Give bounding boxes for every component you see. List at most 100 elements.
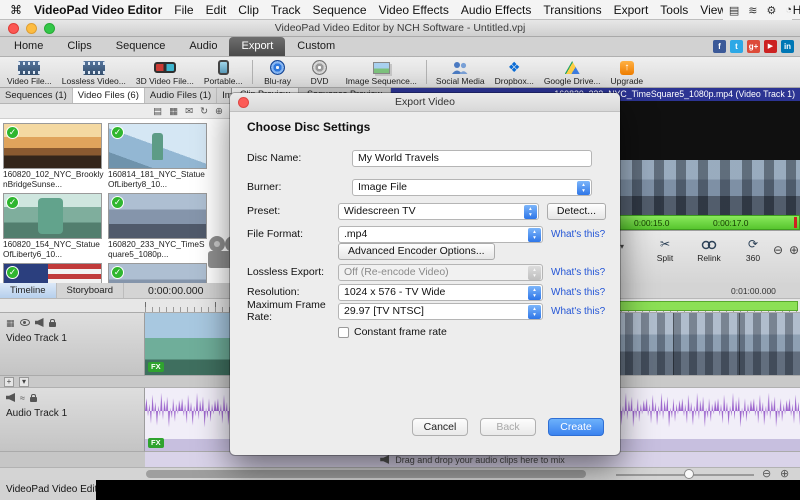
export-bluray-button[interactable]: Blu-ray xyxy=(257,58,299,86)
clip-thumbnail[interactable]: ✓ xyxy=(3,263,102,283)
export-dropbox-button[interactable]: ❖ Dropbox... xyxy=(490,58,539,86)
status-icon[interactable]: ⚙ xyxy=(766,4,776,17)
apple-menu-icon[interactable]: ⌘ xyxy=(10,3,22,17)
file-format-select[interactable]: .mp4 xyxy=(338,226,543,243)
lock-icon[interactable] xyxy=(30,397,37,402)
menu-file[interactable]: File xyxy=(174,3,193,17)
split-button[interactable]: ✂ Split xyxy=(644,237,686,263)
create-button[interactable]: Create xyxy=(548,418,604,436)
menu-transitions[interactable]: Transitions xyxy=(543,3,601,17)
zoom-slider-knob[interactable] xyxy=(684,469,694,479)
fx-badge[interactable]: FX xyxy=(148,438,164,448)
constant-frame-rate-checkbox[interactable]: Constant frame rate xyxy=(338,326,447,338)
audio-track-header[interactable]: ≈ Audio Track 1 xyxy=(0,388,145,452)
tab-export[interactable]: Export xyxy=(229,37,285,56)
relink-button[interactable]: Relink xyxy=(688,237,730,263)
tab-timeline[interactable]: Timeline xyxy=(0,283,57,298)
detect-button[interactable]: Detect... xyxy=(547,203,606,220)
clip-thumbnail[interactable]: ✓ xyxy=(108,263,207,283)
menu-export[interactable]: Export xyxy=(614,3,649,17)
menu-edit[interactable]: Edit xyxy=(206,3,227,17)
clip-thumbnail[interactable]: ✓ xyxy=(108,193,207,239)
menu-clip[interactable]: Clip xyxy=(238,3,259,17)
zoom-in-icon[interactable]: ⊕ xyxy=(789,243,799,257)
list-item[interactable]: ✓ 160814_181_NYC_StatueOfLiberty8_10... xyxy=(108,123,209,193)
tab-storyboard[interactable]: Storyboard xyxy=(57,283,124,298)
tab-home[interactable]: Home xyxy=(2,37,55,56)
burner-select[interactable]: Image File xyxy=(352,179,592,196)
list-item[interactable]: ✓ 160820_233_NYC_TimeSquare5_1080p... xyxy=(108,193,209,263)
export-google-drive-button[interactable]: Google Drive... xyxy=(539,58,606,86)
menu-app-name[interactable]: VideoPad Video Editor xyxy=(34,3,162,17)
export-3d-video-button[interactable]: 3D Video File... xyxy=(131,58,199,86)
speaker-icon[interactable] xyxy=(6,393,15,402)
file-format-help-link[interactable]: What's this? xyxy=(551,229,605,240)
advanced-encoder-options-button[interactable]: Advanced Encoder Options... xyxy=(338,243,495,260)
menu-audio-effects[interactable]: Audio Effects xyxy=(461,3,532,17)
speaker-icon[interactable] xyxy=(35,318,44,327)
dialog-close-button[interactable] xyxy=(238,97,249,108)
list-item[interactable]: ✓ xyxy=(108,263,209,283)
menu-tools[interactable]: Tools xyxy=(660,3,688,17)
preset-select[interactable]: Widescreen TV xyxy=(338,203,539,220)
bin-tab-video-files[interactable]: Video Files (6) xyxy=(73,88,145,103)
add-track-button[interactable]: + xyxy=(4,377,14,387)
linkedin-icon[interactable]: in xyxy=(781,40,794,53)
export-video-file-button[interactable]: Video File... xyxy=(2,58,57,86)
menu-sequence[interactable]: Sequence xyxy=(313,3,367,17)
menu-video-effects[interactable]: Video Effects xyxy=(379,3,449,17)
resolution-select[interactable]: 1024 x 576 - TV Wide xyxy=(338,284,543,301)
lossless-help-link[interactable]: What's this? xyxy=(551,267,605,278)
video-track-header[interactable]: ▦ Video Track 1 xyxy=(0,313,145,376)
clip-thumbnail[interactable]: ✓ xyxy=(108,123,207,169)
bin-tab-audio-files[interactable]: Audio Files (1) xyxy=(145,88,217,103)
tab-clips[interactable]: Clips xyxy=(55,37,103,56)
add-media-icon[interactable]: ⊕ xyxy=(215,106,223,117)
twitter-icon[interactable]: t xyxy=(730,40,743,53)
waveform-icon[interactable]: ≈ xyxy=(20,393,25,403)
trim-end-marker[interactable] xyxy=(794,217,797,228)
list-item[interactable]: ✓ xyxy=(3,263,104,283)
clip-thumbnail[interactable]: ✓ xyxy=(3,193,102,239)
status-icon[interactable]: ≋ xyxy=(748,4,757,17)
lock-icon[interactable] xyxy=(49,322,56,327)
zoom-window-button[interactable] xyxy=(44,23,55,34)
cancel-button[interactable]: Cancel xyxy=(412,418,468,436)
resolution-help-link[interactable]: What's this? xyxy=(551,287,605,298)
export-image-sequence-button[interactable]: Image Sequence... xyxy=(341,58,422,86)
track-options-button[interactable]: ▾ xyxy=(19,377,29,387)
list-item[interactable]: ✓ 160820_154_NYC_StatueOfLiberty6_10... xyxy=(3,193,104,263)
clip-thumbnail[interactable]: ✓ xyxy=(3,123,102,169)
export-social-media-button[interactable]: Social Media xyxy=(431,58,490,86)
visibility-eye-icon[interactable] xyxy=(20,319,30,326)
refresh-icon[interactable]: ↻ xyxy=(200,106,208,117)
checkbox-box[interactable] xyxy=(338,327,349,338)
menu-help[interactable]: Help xyxy=(793,3,800,17)
bin-tab-sequences[interactable]: Sequences (1) xyxy=(0,88,73,103)
tab-audio[interactable]: Audio xyxy=(177,37,229,56)
disc-name-input[interactable]: My World Travels xyxy=(352,150,592,167)
youtube-icon[interactable]: ▶ xyxy=(764,40,777,53)
export-lossless-video-button[interactable]: Lossless Video... xyxy=(57,58,131,86)
frame-rate-select[interactable]: 29.97 [TV NTSC] xyxy=(338,303,543,320)
list-view-icon[interactable]: ▤ xyxy=(153,106,162,117)
export-dvd-button[interactable]: DVD xyxy=(299,58,341,86)
bin-tab-images[interactable]: Imag xyxy=(217,88,231,103)
minimize-window-button[interactable] xyxy=(26,23,37,34)
tab-custom[interactable]: Custom xyxy=(285,37,347,56)
zoom-out-icon[interactable]: ⊖ xyxy=(773,243,783,257)
thumbnail-view-icon[interactable]: ▦ xyxy=(169,106,178,117)
googleplus-icon[interactable]: g+ xyxy=(747,40,760,53)
fx-badge[interactable]: FX xyxy=(148,362,164,372)
rotate-360-button[interactable]: ⟳ 360 xyxy=(732,237,774,263)
menu-track[interactable]: Track xyxy=(271,3,301,17)
export-portable-button[interactable]: Portable... xyxy=(199,58,248,86)
facebook-icon[interactable]: f xyxy=(713,40,726,53)
tab-sequence[interactable]: Sequence xyxy=(104,37,178,56)
frame-rate-help-link[interactable]: What's this? xyxy=(551,306,605,317)
status-icon[interactable]: ▤ xyxy=(729,4,739,17)
horizontal-scrollbar[interactable] xyxy=(146,470,586,478)
close-window-button[interactable] xyxy=(8,23,19,34)
mail-icon[interactable]: ✉ xyxy=(185,106,193,117)
list-item[interactable]: ✓ 160820_102_NYC_BrooklynBridgeSunse... xyxy=(3,123,104,193)
